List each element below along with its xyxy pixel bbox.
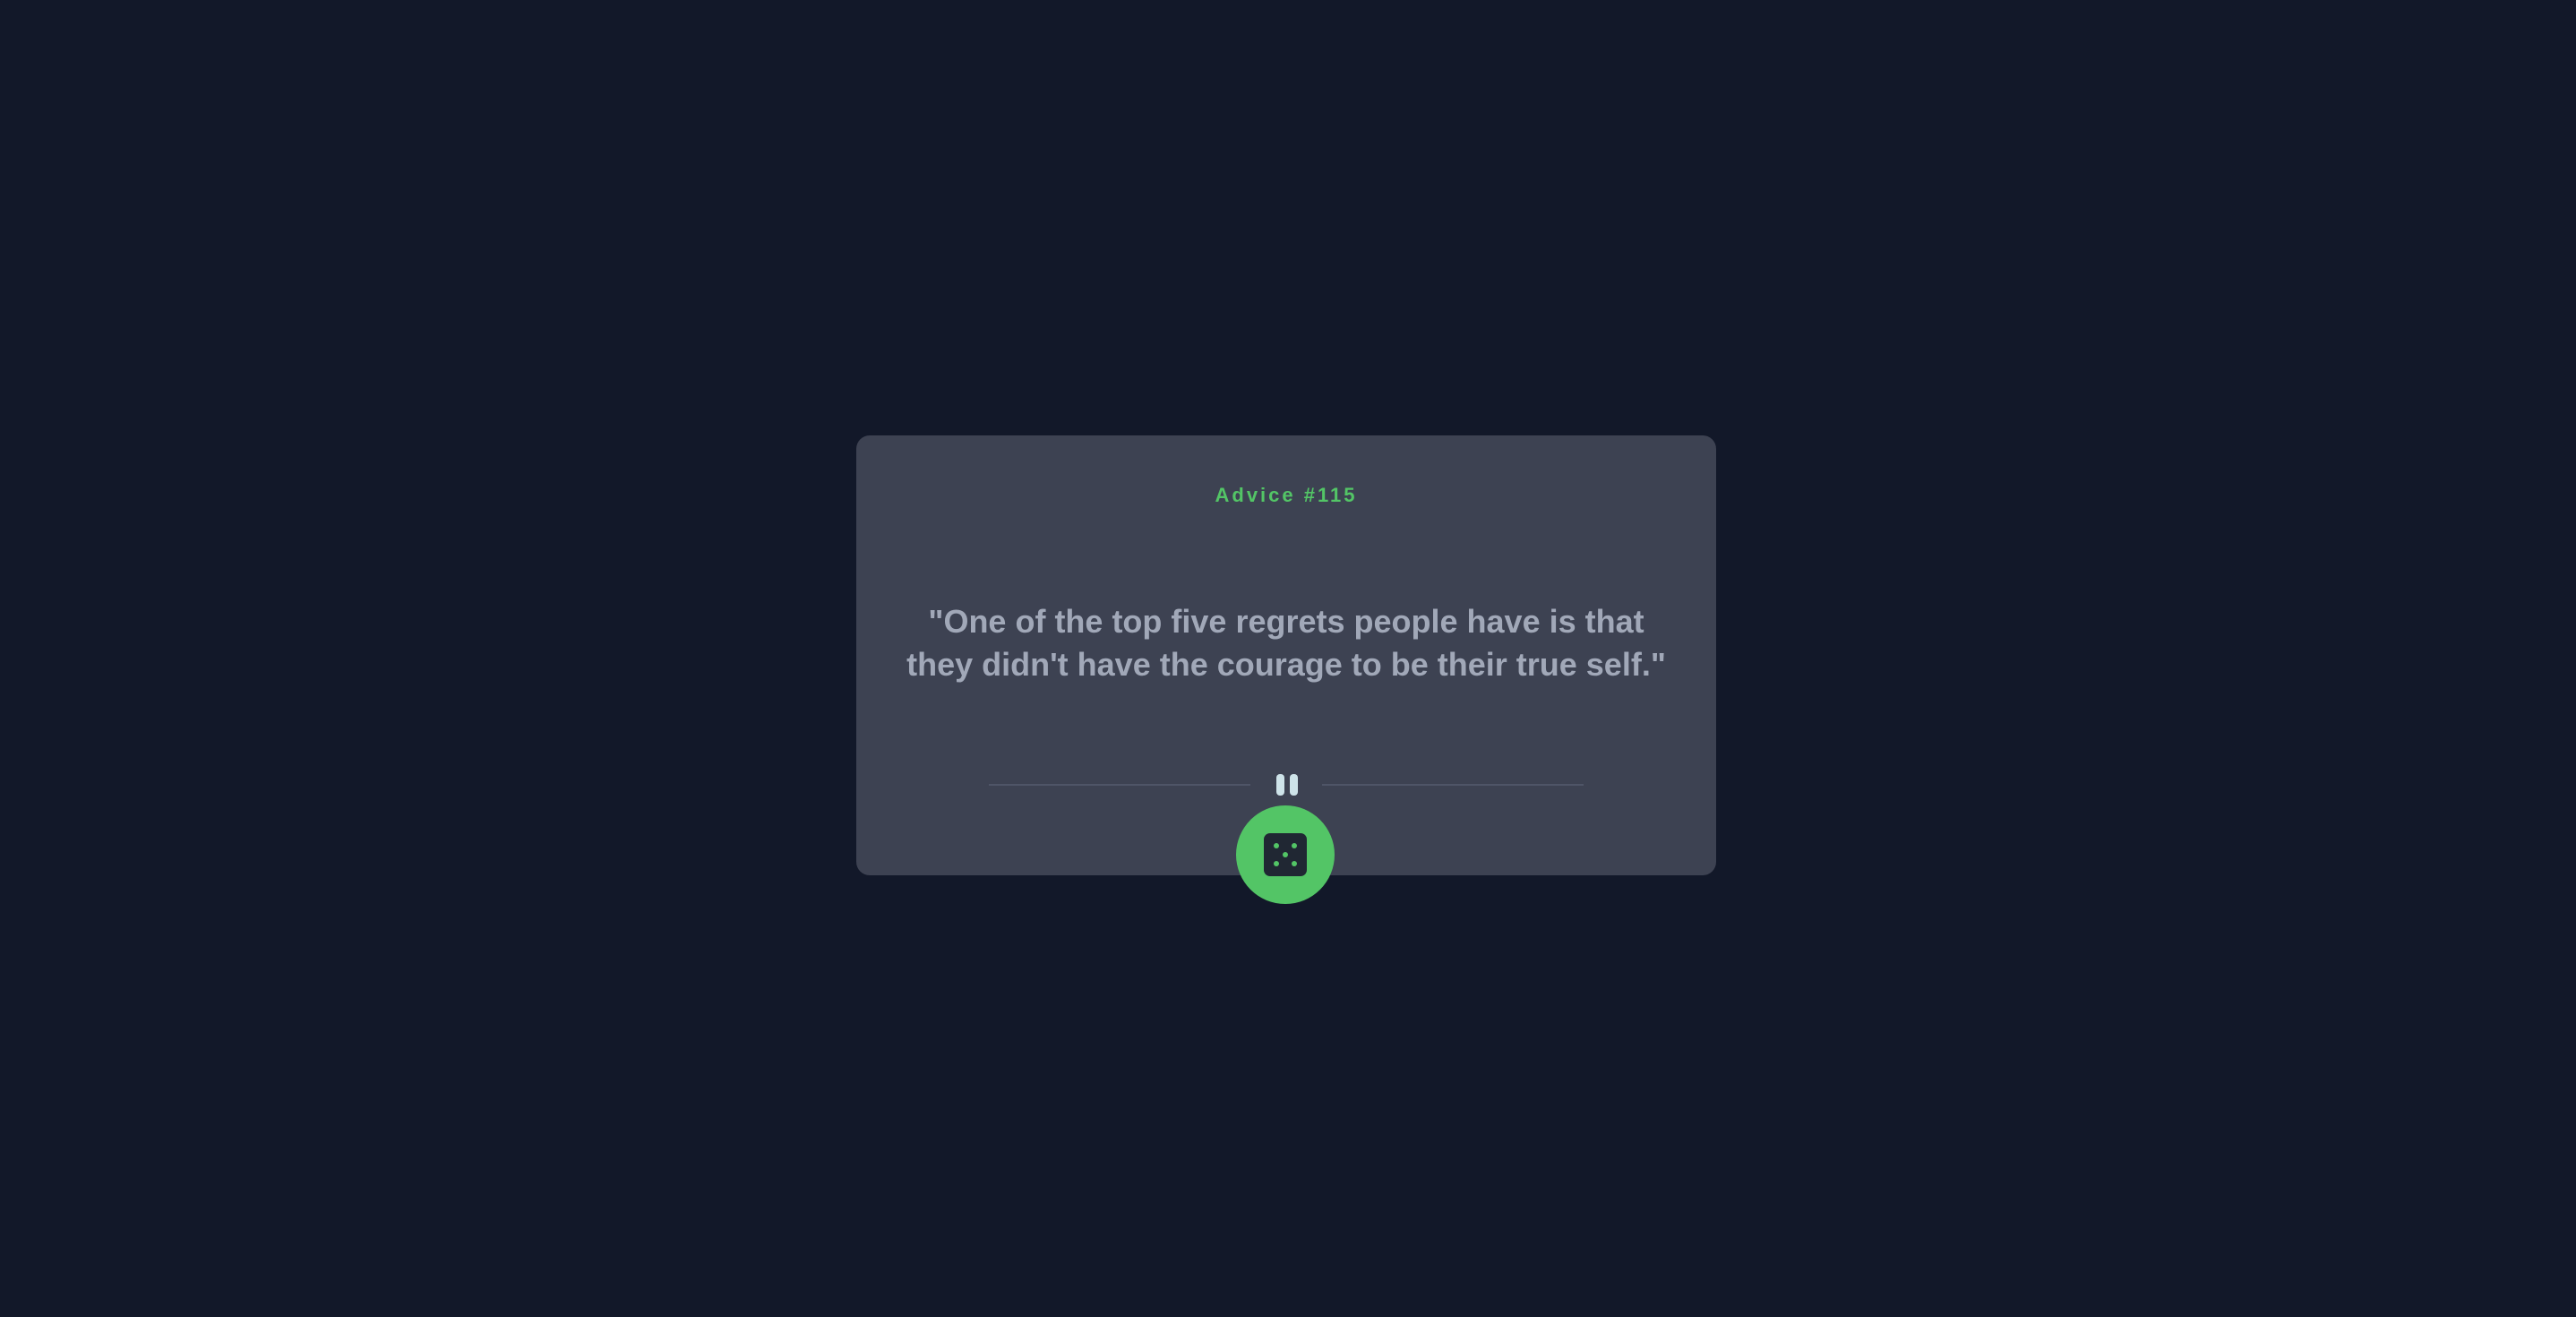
divider	[989, 774, 1584, 796]
advice-id-label: Advice #115	[1215, 484, 1358, 506]
divider-line-right	[1322, 784, 1584, 786]
advice-quote: "One of the top five regrets people have…	[906, 603, 1666, 683]
pause-icon	[1267, 774, 1305, 796]
dice-button[interactable]	[1236, 805, 1335, 904]
dice-icon	[1264, 833, 1307, 876]
divider-line-left	[989, 784, 1250, 786]
